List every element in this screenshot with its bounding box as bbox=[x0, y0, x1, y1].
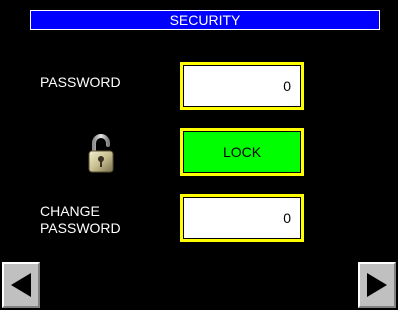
arrow-left-icon bbox=[11, 273, 31, 297]
arrow-right-icon bbox=[367, 273, 387, 297]
change-password-value: 0 bbox=[283, 210, 291, 226]
lock-button[interactable]: LOCK bbox=[180, 128, 304, 176]
change-password-field[interactable]: 0 bbox=[180, 194, 304, 242]
previous-page-button[interactable] bbox=[2, 262, 40, 308]
next-page-button[interactable] bbox=[358, 262, 396, 308]
password-label: PASSWORD bbox=[40, 74, 121, 90]
page-title: SECURITY bbox=[169, 12, 241, 28]
lock-button-label: LOCK bbox=[222, 144, 262, 160]
title-bar: SECURITY bbox=[30, 10, 380, 30]
password-field[interactable]: 0 bbox=[180, 62, 304, 110]
change-password-label: CHANGE PASSWORD bbox=[40, 203, 121, 236]
padlock-open-icon bbox=[88, 134, 114, 173]
password-value: 0 bbox=[283, 78, 291, 94]
